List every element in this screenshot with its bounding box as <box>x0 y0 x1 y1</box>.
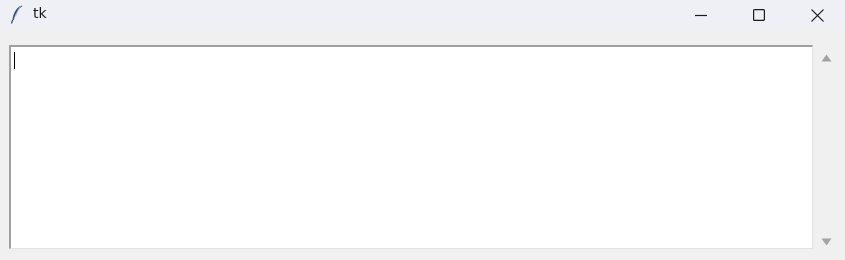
feather-icon <box>9 4 25 24</box>
minimize-button[interactable] <box>672 0 730 30</box>
window-title: tk <box>33 6 47 22</box>
maximize-button[interactable] <box>730 0 788 30</box>
scroll-up-button[interactable] <box>816 47 836 65</box>
scroll-up-arrow-icon <box>821 47 832 66</box>
text-area[interactable] <box>9 45 813 249</box>
text-cursor <box>14 52 15 69</box>
window-content <box>0 30 845 260</box>
vertical-scrollbar[interactable] <box>816 45 836 249</box>
scroll-down-arrow-icon <box>821 231 832 250</box>
maximize-icon <box>753 9 765 21</box>
close-icon <box>810 8 824 22</box>
minimize-icon <box>695 9 707 21</box>
close-button[interactable] <box>788 0 845 30</box>
scroll-down-button[interactable] <box>816 231 836 249</box>
title-bar[interactable]: tk <box>0 0 845 30</box>
